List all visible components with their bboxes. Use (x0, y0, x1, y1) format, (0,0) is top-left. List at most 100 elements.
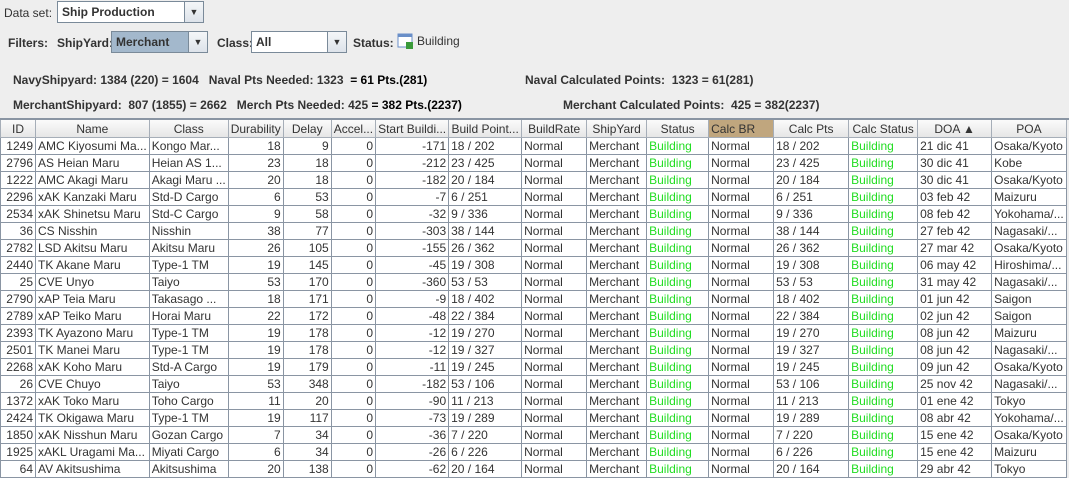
table-cell[interactable]: -12 (375, 341, 450, 359)
table-row[interactable]: 1925 xAKL Uragami Ma... Miyati Cargo 6 34 0 -2… (0, 443, 1067, 461)
table-cell[interactable]: Normal (708, 290, 775, 308)
table-cell[interactable]: 23 / 425 (448, 154, 523, 172)
table-cell[interactable]: Nagasaki/... (991, 341, 1067, 359)
table-cell[interactable]: 22 / 384 (448, 307, 523, 325)
status-filter[interactable]: Building (397, 33, 460, 49)
table-cell[interactable]: 19 (227, 324, 284, 342)
table-cell[interactable]: AV Akitsushima (35, 460, 150, 478)
table-cell[interactable]: 2268 (0, 358, 36, 376)
table-cell[interactable]: Building (646, 256, 710, 274)
table-cell[interactable]: 7 (227, 426, 284, 444)
table-row[interactable]: 1850 xAK Nisshun Maru Gozan Cargo 7 34 0 -36 7 … (0, 426, 1067, 444)
table-cell[interactable]: Nisshin (148, 222, 229, 240)
table-cell[interactable]: Yokohama/... (991, 409, 1067, 427)
table-cell[interactable]: 19 / 245 (448, 358, 523, 376)
table-cell[interactable]: 20 / 164 (448, 460, 523, 478)
table-cell[interactable]: Building (646, 460, 710, 478)
column-header[interactable]: DOA ▲ (917, 119, 993, 138)
table-cell[interactable]: CVE Unyo (35, 273, 150, 291)
table-cell[interactable]: Building (646, 392, 710, 410)
table-cell[interactable]: 0 (330, 341, 377, 359)
table-cell[interactable]: xAK Kanzaki Maru (35, 188, 150, 206)
table-cell[interactable]: 2782 (0, 239, 36, 257)
table-cell[interactable]: 53 / 106 (448, 375, 523, 393)
table-cell[interactable]: Merchant (586, 205, 648, 223)
table-row[interactable]: 2296 xAK Kanzaki Maru Std-D Cargo 6 53 0 -7 6 /… (0, 188, 1067, 206)
table-cell[interactable]: -9 (375, 290, 450, 308)
table-row[interactable]: 2796 AS Heian Maru Heian AS 1... 23 18 0 -212 2… (0, 154, 1067, 172)
table-cell[interactable]: Building (848, 239, 919, 257)
table-cell[interactable]: Normal (521, 443, 588, 461)
column-header[interactable]: Build Point... (448, 119, 523, 138)
table-cell[interactable]: Gozan Cargo (148, 426, 229, 444)
table-cell[interactable]: 38 / 144 (448, 222, 523, 240)
table-cell[interactable]: 0 (330, 426, 377, 444)
table-cell[interactable]: -182 (375, 171, 450, 189)
table-cell[interactable]: Osaka/Kyoto (991, 239, 1067, 257)
table-cell[interactable]: 179 (282, 358, 332, 376)
table-cell[interactable]: Building (848, 256, 919, 274)
table-row[interactable]: 26 CVE Chuyo Taiyo 53 348 0 -182 53 / 106 Normal… (0, 375, 1067, 393)
table-cell[interactable]: Std-D Cargo (148, 188, 229, 206)
table-cell[interactable]: 21 dic 41 (917, 137, 993, 155)
table-cell[interactable]: 64 (0, 460, 36, 478)
table-cell[interactable]: Merchant (586, 324, 648, 342)
table-cell[interactable]: 9 (227, 205, 284, 223)
table-cell[interactable]: 29 abr 42 (917, 460, 993, 478)
table-cell[interactable]: 26 (0, 375, 36, 393)
table-cell[interactable]: Akitsu Maru (148, 239, 229, 257)
table-cell[interactable]: Building (646, 154, 710, 172)
table-cell[interactable]: Nagasaki/... (991, 375, 1067, 393)
table-cell[interactable]: 2393 (0, 324, 36, 342)
table-cell[interactable]: Normal (708, 358, 775, 376)
table-cell[interactable]: 0 (330, 358, 377, 376)
table-cell[interactable]: Merchant (586, 443, 648, 461)
table-cell[interactable]: Horai Maru (148, 307, 229, 325)
table-cell[interactable]: 0 (330, 392, 377, 410)
table-cell[interactable]: Normal (521, 154, 588, 172)
column-header[interactable]: Calc BR (708, 119, 775, 138)
table-cell[interactable]: 20 (227, 460, 284, 478)
table-cell[interactable]: Normal (521, 290, 588, 308)
table-cell[interactable]: Miyati Cargo (148, 443, 229, 461)
table-cell[interactable]: Nagasaki/... (991, 273, 1067, 291)
table-cell[interactable]: Normal (521, 307, 588, 325)
column-header[interactable]: Delay (282, 119, 332, 138)
table-cell[interactable]: 0 (330, 205, 377, 223)
table-cell[interactable]: Normal (708, 256, 775, 274)
table-cell[interactable]: Type-1 TM (148, 256, 229, 274)
table-cell[interactable]: Normal (708, 188, 775, 206)
table-cell[interactable]: 53 / 106 (773, 375, 850, 393)
table-cell[interactable]: Merchant (586, 460, 648, 478)
table-cell[interactable]: 18 (227, 137, 284, 155)
table-cell[interactable]: Normal (708, 409, 775, 427)
column-header[interactable]: Accel... (330, 119, 377, 138)
table-cell[interactable]: Normal (521, 375, 588, 393)
table-cell[interactable]: Normal (708, 460, 775, 478)
table-cell[interactable]: 2424 (0, 409, 36, 427)
table-cell[interactable]: 0 (330, 273, 377, 291)
table-cell[interactable]: 19 / 327 (773, 341, 850, 359)
table-cell[interactable]: Taiyo (148, 273, 229, 291)
table-cell[interactable]: 7 / 220 (773, 426, 850, 444)
table-cell[interactable]: 170 (282, 273, 332, 291)
table-cell[interactable]: xAK Koho Maru (35, 358, 150, 376)
table-cell[interactable]: Osaka/Kyoto (991, 137, 1067, 155)
table-cell[interactable]: 26 / 362 (773, 239, 850, 257)
table-cell[interactable]: 15 ene 42 (917, 443, 993, 461)
table-cell[interactable]: 19 / 245 (773, 358, 850, 376)
table-cell[interactable]: Building (848, 392, 919, 410)
table-cell[interactable]: Building (646, 307, 710, 325)
table-row[interactable]: 2790 xAP Teia Maru Takasago ... 18 171 0 -9 18 … (0, 290, 1067, 308)
table-cell[interactable]: Normal (708, 443, 775, 461)
table-cell[interactable]: 11 (227, 392, 284, 410)
table-cell[interactable]: 25 nov 42 (917, 375, 993, 393)
table-cell[interactable]: Normal (708, 137, 775, 155)
table-cell[interactable]: 19 / 289 (773, 409, 850, 427)
table-cell[interactable]: 348 (282, 375, 332, 393)
table-cell[interactable]: 2440 (0, 256, 36, 274)
column-header[interactable]: Status (646, 119, 710, 138)
table-cell[interactable]: Hiroshima/... (991, 256, 1067, 274)
table-cell[interactable]: 53 / 53 (448, 273, 523, 291)
table-cell[interactable]: 11 / 213 (773, 392, 850, 410)
